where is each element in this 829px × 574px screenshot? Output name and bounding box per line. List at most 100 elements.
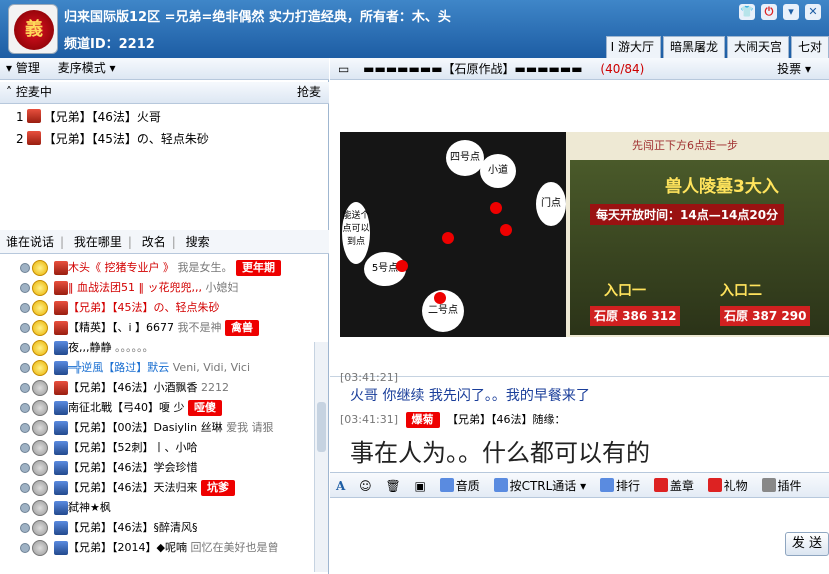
map-marker xyxy=(434,292,446,304)
user-icon xyxy=(54,461,68,475)
user-list-item[interactable]: 【兄弟】【46法】§醉清风§ xyxy=(0,518,315,538)
tab-havoc-heaven[interactable]: 大闹天宫 xyxy=(726,36,789,58)
emoji-icon[interactable]: ☺ xyxy=(359,473,372,499)
collapse-icon[interactable]: ▾ xyxy=(0,61,12,75)
ptt-button[interactable]: 按CTRL通话 ▾ xyxy=(493,473,586,499)
rank-button[interactable]: 排行 xyxy=(599,473,640,499)
user-title-badge: 禽兽 xyxy=(225,320,260,336)
user-name: 【兄弟】【46法】小酒飘香 xyxy=(68,381,198,394)
stamp-button[interactable]: 盖章 xyxy=(653,473,694,499)
message-input[interactable] xyxy=(330,500,829,572)
tab-rename[interactable]: 改名 xyxy=(136,235,172,249)
tab-who-speaking[interactable]: 谁在说话 xyxy=(0,235,60,249)
user-list-item[interactable]: 【精英】【、i 】6677 我不是神 禽兽 xyxy=(0,318,315,338)
user-list-item[interactable]: 【兄弟】【46法】小酒飘香 2212 xyxy=(0,378,315,398)
chat-sender[interactable]: 【兄弟】【46法】随缘： xyxy=(447,413,566,426)
user-signature: 我是女生。 xyxy=(177,261,233,274)
user-list-item[interactable]: 弑神★枫 xyxy=(0,498,315,518)
status-icon xyxy=(20,423,30,433)
mic-queue-list: 1 【兄弟】【46法】火哥 2 【兄弟】【45法】の、轻点朱砂 xyxy=(0,106,329,150)
user-list-item[interactable]: 木头《 挖猪专业户 》 我是女生。 更年期 xyxy=(0,258,315,278)
user-name: 木头《 挖猪专业户 》 xyxy=(68,261,174,274)
font-icon[interactable]: A xyxy=(330,473,345,499)
user-icon xyxy=(54,481,68,495)
face-icon xyxy=(32,400,48,416)
screen-icon[interactable]: ▭ xyxy=(330,62,349,76)
mic-queue-item[interactable]: 1 【兄弟】【46法】火哥 xyxy=(0,106,329,128)
user-title-badge: 哑傻 xyxy=(188,400,222,416)
face-icon xyxy=(32,320,48,336)
manage-label[interactable]: 管理 xyxy=(16,61,40,75)
tab-where-am-i[interactable]: 我在哪里 xyxy=(68,235,128,249)
user-list-item[interactable]: 【兄弟】【45法】の、轻点朱砂 xyxy=(0,298,315,318)
status-icon xyxy=(20,543,30,553)
skin-icon[interactable]: 👕 xyxy=(739,4,755,20)
user-signature: 我不是神 xyxy=(177,321,222,334)
trash-icon[interactable]: 🗑 xyxy=(385,473,400,499)
mode-select[interactable]: 麦序模式 ▾ xyxy=(44,61,116,75)
user-icon xyxy=(54,301,68,315)
user-name: 【精英】【、i 】6677 xyxy=(68,321,175,334)
user-name: 弑神★枫 xyxy=(68,501,111,514)
user-list-item[interactable]: 【兄弟】【46法】天法归来 坑爹 xyxy=(0,478,315,498)
user-signature: 爱我 请狠 xyxy=(226,421,274,434)
face-icon xyxy=(32,260,48,276)
user-list-scrollbar[interactable] xyxy=(314,342,328,572)
user-icon xyxy=(54,361,68,375)
user-list-item[interactable]: 夜,,,静静 。。。。。。 xyxy=(0,338,315,358)
user-name: 夜,,,静静 xyxy=(68,341,112,354)
user-signature: 。。。。。。 xyxy=(115,341,154,354)
minimize-icon[interactable]: ▾ xyxy=(783,4,799,20)
tab-search[interactable]: 搜索 xyxy=(180,235,216,249)
status-icon xyxy=(20,303,30,313)
close-icon[interactable]: ✕ xyxy=(805,4,821,20)
mic-queue-bar: ˄ 控麦中 抢麦 xyxy=(0,82,329,104)
user-list-item[interactable]: ═╬逆風【路过】默云 Veni, Vidi, Vici xyxy=(0,358,315,378)
user-name: 南征北戰【弓40】嗄 少 xyxy=(68,401,185,414)
window-controls: 👕 ⏻ ▾ ✕ xyxy=(739,4,821,20)
banner-tip: 先闯正下方6点走一步 xyxy=(632,139,738,152)
tab-seven[interactable]: 七对 xyxy=(790,36,829,58)
user-icon xyxy=(54,521,68,535)
user-icon xyxy=(54,441,68,455)
user-list-item[interactable]: 【兄弟】【00法】Dasiylin 丝琳 爱我 请狠 xyxy=(0,418,315,438)
manage-bar: ▾ 管理 麦序模式 ▾ xyxy=(0,58,329,80)
grab-mic-button[interactable]: 抢麦 xyxy=(297,82,321,103)
map-spot-road: 小道 xyxy=(480,154,516,188)
audio-quality-button[interactable]: 音质 xyxy=(439,473,480,499)
send-button[interactable]: 发 送 xyxy=(785,532,829,556)
left-panel: ▾ 管理 麦序模式 ▾ ˄ 控麦中 抢麦 1 【兄弟】【46法】火哥 2 【兄弟】【… xyxy=(0,58,329,574)
scroll-thumb[interactable] xyxy=(317,402,326,452)
user-list-item[interactable]: 【兄弟】【46法】学会珍惜 xyxy=(0,458,315,478)
screenshot-icon[interactable]: ▣ xyxy=(415,473,426,499)
coords-one: 石原 386 312 xyxy=(590,306,681,326)
vote-button[interactable]: 投票 ▾ xyxy=(777,58,811,80)
plugin-button[interactable]: 插件 xyxy=(761,473,802,499)
status-icon xyxy=(20,263,30,273)
map-spot-teleport: 能送个点可以到点 xyxy=(342,202,370,264)
map-spot-4: 四号点 xyxy=(446,140,484,176)
input-toolbar: A ☺ 🗑 ▣ 音质 按CTRL通话 ▾ 排行 盖章 礼物 插件 xyxy=(330,472,829,498)
tab-lobby[interactable]: I 游大厅 xyxy=(605,36,661,58)
expand-icon[interactable]: ˄ xyxy=(0,85,12,99)
dungeon-promo: 兽人陵墓3大入 每天开放时间：14点—14点20分 入口一 入口二 石原 386… xyxy=(570,160,829,335)
room-header-bar: ▭ ▬▬▬▬▬▬▬【石原作战】▬▬▬▬▬▬ (40/84) 投票 ▾ xyxy=(330,58,829,80)
user-list-item[interactable]: ‖ 血战法团51 ‖ ッ花兜兜,,, 小媳妇 xyxy=(0,278,315,298)
status-icon xyxy=(20,463,30,473)
user-list-item[interactable]: 【兄弟】【52刺】丨、小哈 xyxy=(0,438,315,458)
face-icon xyxy=(32,500,48,516)
status-icon xyxy=(20,323,30,333)
gift-button[interactable]: 礼物 xyxy=(707,473,748,499)
user-list-item[interactable]: 【兄弟】【2014】◆呢喃 回忆在美好也是曾 xyxy=(0,538,315,558)
mic-queue-item[interactable]: 2 【兄弟】【45法】の、轻点朱砂 xyxy=(0,128,329,150)
room-name: ▬▬▬▬▬▬▬【石原作战】▬▬▬▬▬▬ xyxy=(363,62,583,76)
status-icon xyxy=(20,483,30,493)
user-list-item[interactable]: 南征北戰【弓40】嗄 少 哑傻 xyxy=(0,398,315,418)
power-icon[interactable]: ⏻ xyxy=(761,4,777,20)
face-icon xyxy=(32,540,48,556)
status-icon xyxy=(20,403,30,413)
tab-dark-dragon[interactable]: 暗黑屠龙 xyxy=(662,36,725,58)
keyboard-icon xyxy=(493,478,508,492)
user-name: 【兄弟】【46法】天法归来 xyxy=(68,481,198,494)
user-icon xyxy=(54,321,68,335)
